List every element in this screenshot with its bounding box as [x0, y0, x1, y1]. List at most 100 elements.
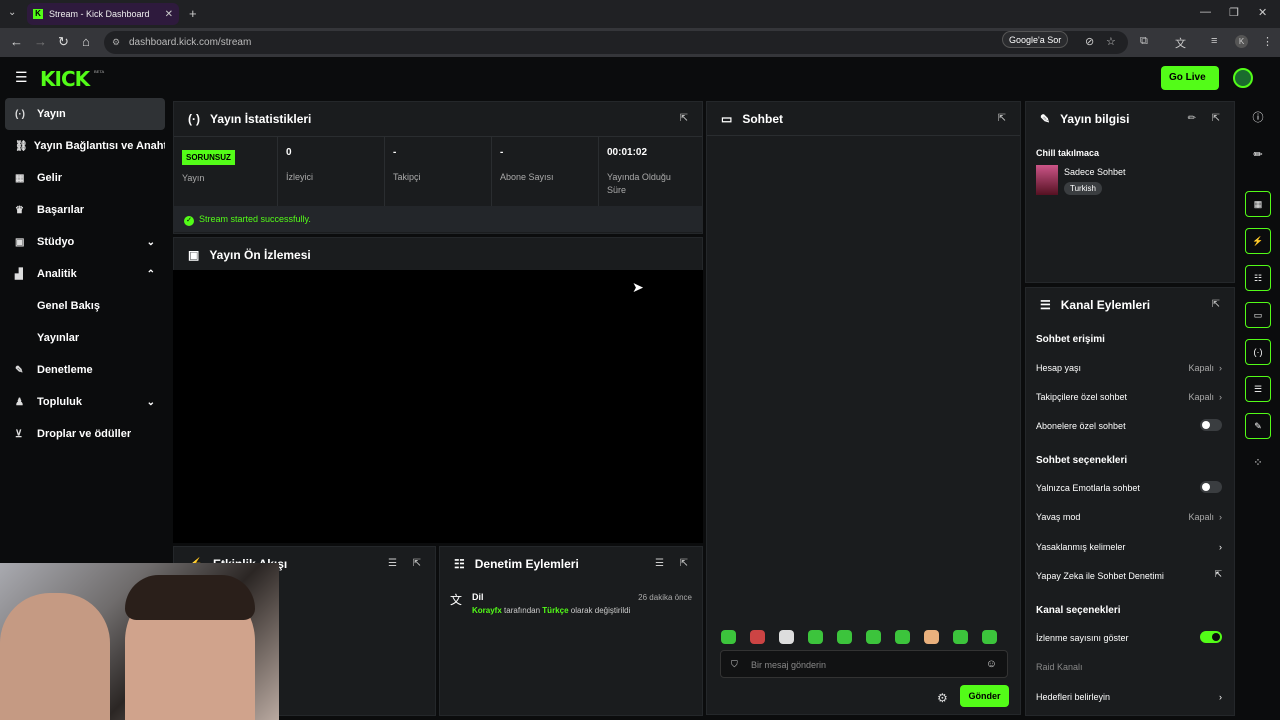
- webcam-overlay: [0, 563, 279, 720]
- emote-icon[interactable]: [779, 630, 794, 644]
- emote-icon[interactable]: [924, 630, 939, 644]
- gear-icon[interactable]: ⚙: [937, 691, 948, 705]
- sidebar-item-genel-bakis[interactable]: Genel Bakış: [5, 290, 165, 322]
- user-avatar[interactable]: [1233, 68, 1253, 88]
- sidebar-item-stream-key[interactable]: ⛓ Yayın Bağlantısı ve Anahtarı: [5, 130, 165, 162]
- list-icon[interactable]: ☷: [1245, 265, 1271, 291]
- tag-chip[interactable]: Turkish: [1064, 182, 1102, 195]
- reading-list-icon[interactable]: ≡: [1211, 35, 1217, 47]
- popout-icon[interactable]: ⇱: [413, 558, 421, 569]
- chat-icon[interactable]: ▭: [1245, 302, 1271, 328]
- info-icon[interactable]: ⓘ: [1245, 105, 1271, 131]
- followers-only-value[interactable]: Kapalı ›: [1188, 392, 1222, 402]
- home-icon[interactable]: ⌂: [82, 34, 90, 49]
- close-tab-icon[interactable]: ✕: [165, 9, 173, 20]
- url-field[interactable]: ⚙ dashboard.kick.com/stream: [104, 31, 1128, 54]
- emote-icon[interactable]: [750, 630, 765, 644]
- popout-icon[interactable]: ⇱: [680, 113, 688, 124]
- emoji-icon[interactable]: ☺: [986, 658, 997, 670]
- forward-icon[interactable]: →: [34, 34, 47, 49]
- emote-icon[interactable]: [837, 630, 852, 644]
- bookmark-star-icon[interactable]: ☆: [1106, 35, 1116, 48]
- tab-title: Stream - Kick Dashboard: [49, 9, 150, 19]
- google-sor-button[interactable]: Google'a Sor: [1002, 31, 1069, 48]
- site-info-icon[interactable]: ⚙: [112, 37, 120, 48]
- filter-icon[interactable]: ☰: [388, 558, 397, 569]
- chat-input[interactable]: ⛉ Bir mesaj gönderin ☺: [720, 650, 1008, 678]
- lightning-icon[interactable]: ⚡: [1245, 228, 1271, 254]
- stats-panel-icon[interactable]: ▦: [1245, 191, 1271, 217]
- emote-icon[interactable]: [866, 630, 881, 644]
- translate-icon[interactable]: 文: [1175, 35, 1186, 51]
- send-button[interactable]: Gönder: [960, 685, 1009, 707]
- popout-icon[interactable]: ⇱: [1212, 113, 1220, 124]
- ai-moderation-label[interactable]: Yapay Zeka ile Sohbet Denetimi: [1036, 571, 1164, 581]
- external-link-icon[interactable]: ⇱: [1214, 569, 1222, 580]
- hamburger-menu-icon[interactable]: ☰: [15, 69, 28, 86]
- sidebar-item-analitik[interactable]: ▟ Analitik ⌃: [5, 258, 165, 290]
- sidebar-item-topluluk[interactable]: ♟ Topluluk ⌄: [5, 386, 165, 418]
- eye-off-icon[interactable]: ⊘: [1085, 35, 1094, 48]
- broadcast-icon[interactable]: (·): [1245, 339, 1271, 365]
- chevron-right-icon[interactable]: ›: [1219, 542, 1222, 552]
- filter-icon[interactable]: ☰: [655, 558, 664, 569]
- kick-favicon-icon: K: [33, 9, 43, 19]
- reload-icon[interactable]: ↻: [58, 34, 69, 50]
- minimize-icon[interactable]: —: [1200, 6, 1211, 18]
- sidebar-item-basarilar[interactable]: ♛ Başarılar: [5, 194, 165, 226]
- maximize-icon[interactable]: ❐: [1229, 6, 1239, 19]
- beta-label: BETA: [94, 69, 105, 74]
- followers-only-label[interactable]: Takipçilere özel sohbet: [1036, 392, 1127, 402]
- sidebar-item-droplar[interactable]: ⊻ Droplar ve ödüller: [5, 418, 165, 450]
- close-window-icon[interactable]: ✕: [1258, 6, 1267, 19]
- profile-avatar[interactable]: K: [1235, 35, 1248, 48]
- banned-words-label[interactable]: Yasaklanmış kelimeler: [1036, 542, 1125, 552]
- go-live-label: Go Live: [1169, 72, 1206, 83]
- stat-label: Yayında Olduğu Süre: [607, 172, 671, 195]
- slow-mode-value[interactable]: Kapalı ›: [1188, 512, 1222, 522]
- emote-icon[interactable]: [721, 630, 736, 644]
- edit-pencil-icon[interactable]: ✏: [1188, 113, 1196, 124]
- go-live-button[interactable]: Go Live: [1161, 66, 1219, 90]
- wrench-icon[interactable]: ✎: [1245, 413, 1271, 439]
- stat-value: 00:01:02: [607, 147, 648, 158]
- kick-logo[interactable]: KICK: [40, 67, 90, 91]
- edit-pencil-icon[interactable]: ✏: [1245, 142, 1271, 168]
- channel-icon: ☰: [1040, 298, 1051, 312]
- popout-icon[interactable]: ⇱: [1212, 299, 1220, 310]
- analytics-icon: ▟: [15, 268, 23, 280]
- popout-icon[interactable]: ⇱: [680, 558, 688, 569]
- new-tab-icon[interactable]: +: [189, 6, 197, 21]
- emote-icon[interactable]: [808, 630, 823, 644]
- category-name[interactable]: Sadece Sohbet: [1064, 167, 1126, 177]
- emote-only-toggle[interactable]: [1200, 481, 1222, 493]
- slow-mode-label[interactable]: Yavaş mod: [1036, 512, 1080, 522]
- dots-icon[interactable]: ⁘: [1245, 450, 1271, 476]
- account-age-value[interactable]: Kapalı ›: [1188, 363, 1222, 373]
- emote-icon[interactable]: [953, 630, 968, 644]
- sidebar-item-studyo[interactable]: ▣ Stüdyo ⌄: [5, 226, 165, 258]
- sidebar-item-gelir[interactable]: ▦ Gelir: [5, 162, 165, 194]
- extensions-icon[interactable]: ⧉: [1140, 35, 1148, 48]
- sidebar-item-denetleme[interactable]: ✎ Denetleme: [5, 354, 165, 386]
- emote-icon[interactable]: [895, 630, 910, 644]
- sidebar-item-yayinlar[interactable]: Yayınlar: [5, 322, 165, 354]
- browser-menu-icon[interactable]: ⋮: [1262, 35, 1273, 48]
- browser-tabbar: ⌄ K Stream - Kick Dashboard ✕ + — ❐ ✕: [0, 0, 1280, 28]
- mod-user[interactable]: Korayfx: [472, 606, 502, 615]
- sidebar-item-yayin[interactable]: (·) Yayın: [5, 98, 165, 130]
- back-icon[interactable]: ←: [10, 34, 23, 49]
- stream-preview-video[interactable]: [173, 270, 703, 543]
- emote-icon[interactable]: [982, 630, 997, 644]
- show-viewers-toggle[interactable]: [1200, 631, 1222, 643]
- tab-search-icon[interactable]: ⌄: [8, 7, 16, 18]
- popout-icon[interactable]: ⇱: [998, 113, 1006, 124]
- account-age-label[interactable]: Hesap yaşı: [1036, 363, 1081, 373]
- subs-only-toggle[interactable]: [1200, 419, 1222, 431]
- channel-icon[interactable]: ☰: [1245, 376, 1271, 402]
- set-goals-label[interactable]: Hedefleri belirleyin: [1036, 692, 1110, 702]
- browser-tab[interactable]: K Stream - Kick Dashboard ✕: [27, 3, 179, 25]
- chevron-right-icon[interactable]: ›: [1219, 692, 1222, 702]
- section-chat-access: Sohbet erişimi: [1036, 334, 1105, 345]
- stat-value: 0: [286, 147, 292, 158]
